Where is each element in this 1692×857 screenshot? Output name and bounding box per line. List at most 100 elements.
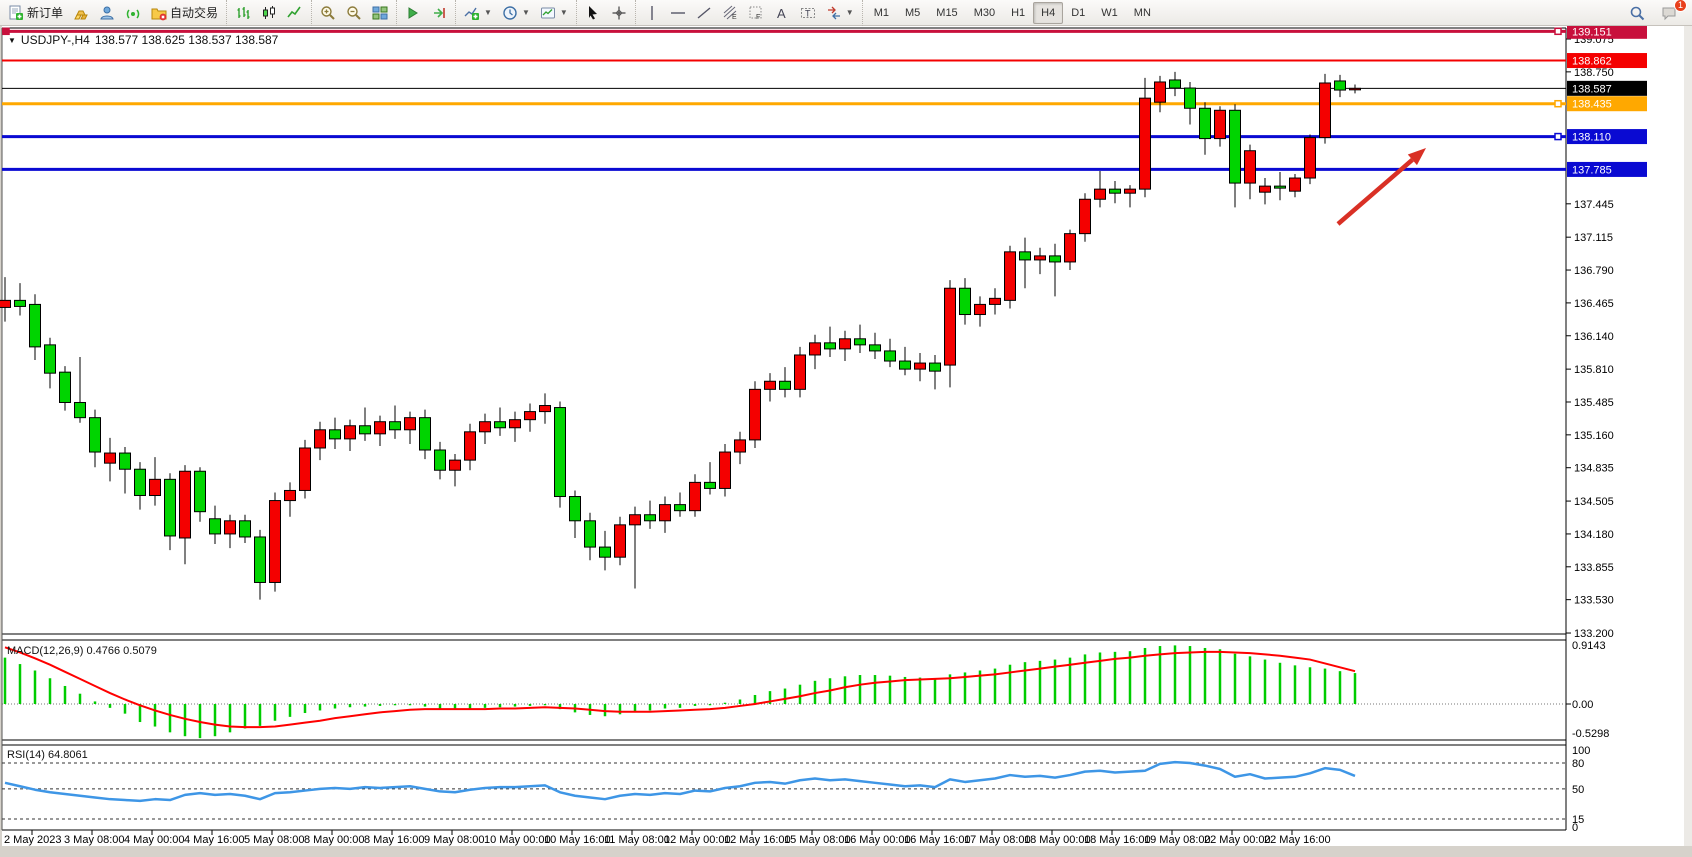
zoom-out-button[interactable] — [341, 2, 367, 24]
date-label: 4 May 16:00 — [184, 834, 245, 846]
timeframe-m5-button[interactable]: M5 — [897, 2, 928, 24]
label-button[interactable]: T — [795, 2, 821, 24]
line-drag-handle[interactable] — [1555, 134, 1561, 140]
new-order-button[interactable]: 新订单 — [3, 2, 68, 24]
bull-candle — [1125, 189, 1136, 193]
bull-candle — [1260, 186, 1271, 192]
crosshair-button[interactable] — [606, 2, 632, 24]
search-button[interactable] — [1624, 2, 1650, 24]
rsi-level-label: 80 — [1572, 758, 1584, 770]
chart-shift-button[interactable] — [426, 2, 452, 24]
toolbar-group: ▼ ▼ ▼ — [455, 0, 576, 26]
text-button[interactable]: A — [769, 2, 795, 24]
bear-candle — [1185, 88, 1196, 108]
cursor-button[interactable] — [580, 2, 606, 24]
vline-button[interactable] — [639, 2, 665, 24]
price-tick-label: 135.485 — [1574, 397, 1614, 409]
new-order-button-label: 新订单 — [27, 4, 63, 21]
symbol-ohlc: 138.577 138.625 138.537 138.587 — [95, 33, 279, 47]
template-icon — [540, 5, 556, 21]
community-button[interactable] — [94, 2, 120, 24]
auto-scroll-button[interactable] — [400, 2, 426, 24]
bull-candle — [150, 479, 161, 495]
price-tick-label: 134.180 — [1574, 529, 1614, 541]
bull-candle — [1080, 199, 1091, 233]
bear-candle — [1020, 252, 1031, 260]
auto-trading-button[interactable]: 自动交易 — [146, 2, 223, 24]
timeframe-h1-button[interactable]: H1 — [1003, 2, 1033, 24]
notification-badge: 1 — [1674, 0, 1687, 12]
bull-candle — [465, 432, 476, 460]
timeframe-m30-button[interactable]: M30 — [966, 2, 1003, 24]
svg-text:E: E — [732, 14, 737, 21]
bear-candle — [870, 345, 881, 351]
bar-chart-button[interactable] — [230, 2, 256, 24]
line-drag-handle[interactable] — [1555, 101, 1561, 107]
text-icon: A — [774, 5, 790, 21]
line-drag-handle[interactable] — [1555, 28, 1561, 34]
bear-candle — [495, 422, 506, 428]
tile-windows-button[interactable] — [367, 2, 393, 24]
bear-candle — [210, 519, 221, 534]
signal-button[interactable] — [120, 2, 146, 24]
grid-button[interactable]: F — [743, 2, 769, 24]
date-label: 19 May 08:00 — [1144, 834, 1211, 846]
bear-candle — [675, 505, 686, 511]
bull-candle — [810, 343, 821, 355]
cursor-icon — [585, 5, 601, 21]
bear-candle — [1110, 189, 1121, 193]
bear-candle — [780, 381, 791, 389]
bear-candle — [165, 479, 176, 536]
svg-text:T: T — [805, 8, 811, 18]
date-label: 4 May 00:00 — [124, 834, 185, 846]
periods-button[interactable]: ▼ — [497, 2, 535, 24]
bull-candle — [315, 430, 326, 448]
svg-text:A: A — [777, 6, 786, 21]
trendline-button[interactable] — [691, 2, 717, 24]
chevron-down-icon: ▼ — [522, 8, 530, 17]
bull-candle — [525, 412, 536, 420]
bear-candle — [585, 521, 596, 547]
timeframe-mn-button[interactable]: MN — [1126, 2, 1159, 24]
templates-button[interactable]: ▼ — [535, 2, 573, 24]
zoom-out-icon — [346, 5, 362, 21]
toolbar-group — [311, 0, 396, 26]
timeframe-w1-button[interactable]: W1 — [1093, 2, 1126, 24]
macd-indicator-label: MACD(12,26,9) 0.4766 0.5079 — [7, 645, 157, 657]
bear-candle — [75, 402, 86, 417]
price-tick-label: 136.790 — [1574, 265, 1614, 277]
timeframe-m15-button[interactable]: M15 — [928, 2, 965, 24]
bottom-window-strip — [0, 846, 1692, 857]
timeframe-d1-button[interactable]: D1 — [1063, 2, 1093, 24]
date-label: 18 May 00:00 — [1024, 834, 1091, 846]
bull-candle — [1035, 256, 1046, 260]
timeframe-group: M1M5M15M30H1H4D1W1MN — [862, 0, 1162, 26]
bull-candle — [1350, 88, 1361, 90]
notifications-button[interactable]: 1 — [1656, 2, 1682, 24]
candle-chart-button[interactable] — [256, 2, 282, 24]
bear-candle — [855, 339, 866, 345]
indicators-icon — [464, 5, 480, 21]
macd-scale-max: 0.9143 — [1572, 640, 1606, 652]
bull-candle — [840, 339, 851, 349]
hline-icon — [670, 5, 686, 21]
line-chart-button[interactable] — [282, 2, 308, 24]
clock-icon — [502, 5, 518, 21]
bull-candle — [720, 452, 731, 488]
chart-canvas[interactable]: 139.075138.750137.445137.115136.790136.4… — [0, 26, 1692, 857]
gold-button[interactable] — [68, 2, 94, 24]
bear-candle — [825, 343, 836, 349]
bear-candle — [195, 471, 206, 511]
hline-button[interactable] — [665, 2, 691, 24]
chart-title[interactable]: ▼ USDJPY-,H4 138.577 138.625 138.537 138… — [8, 33, 278, 47]
zoom-in-button[interactable] — [315, 2, 341, 24]
grid-icon: F — [748, 5, 764, 21]
timeframe-m1-button[interactable]: M1 — [866, 2, 897, 24]
indicators-button[interactable]: ▼ — [459, 2, 497, 24]
timeframe-h4-button[interactable]: H4 — [1033, 2, 1063, 24]
rsi-scale-min: 0 — [1572, 822, 1578, 834]
trendline-icon — [696, 5, 712, 21]
bull-candle — [1320, 83, 1331, 138]
shapes-button[interactable]: ▼ — [821, 2, 859, 24]
fibo-button[interactable]: E — [717, 2, 743, 24]
